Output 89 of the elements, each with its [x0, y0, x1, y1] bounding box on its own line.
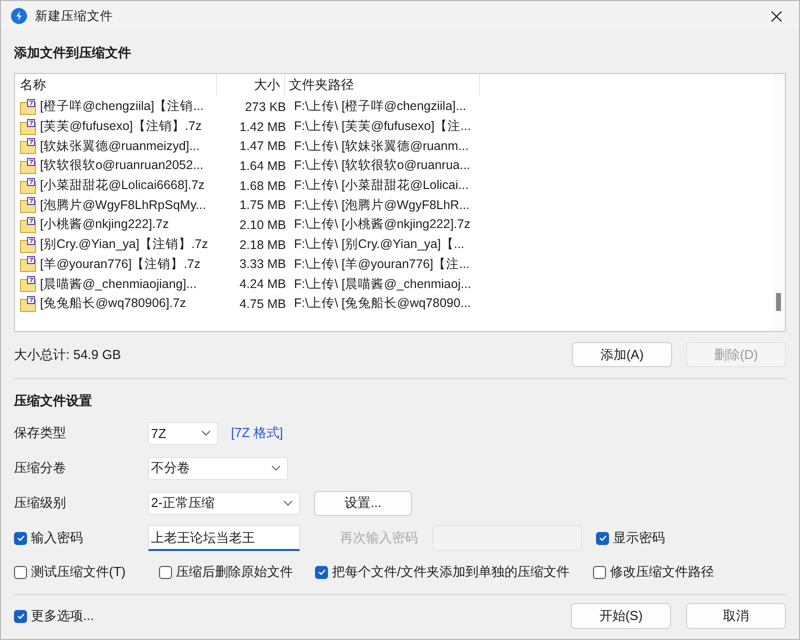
checkbox-label[interactable]: 更多选项...: [31, 607, 94, 625]
archive-file-icon: [20, 276, 36, 292]
dialog-button[interactable]: 开始(S): [571, 603, 671, 629]
file-path: F:\上传\ [小桃酱@nkjing222].7z: [293, 216, 472, 234]
split-dropdown[interactable]: 不分卷: [148, 456, 288, 480]
checkbox-label[interactable]: 修改压缩文件路径: [610, 563, 714, 581]
file-name[interactable]: [小菜甜甜花@Lolicai6668].7z: [40, 177, 205, 194]
archive-file-icon: [20, 216, 36, 233]
file-name[interactable]: [晨喵酱@_chenmiaojiang]...: [40, 276, 197, 293]
file-size: 1.47 MB: [238, 139, 287, 154]
checkbox[interactable]: [315, 566, 328, 578]
file-size: 1.64 MB: [238, 158, 287, 173]
file-size: 4.75 MB: [238, 296, 287, 311]
archive-file-icon: [20, 256, 36, 272]
close-icon: [770, 10, 782, 22]
file-path: F:\上传\ [别Cry.@Yian_ya]【...: [293, 236, 466, 254]
section-heading: 添加文件到压缩文件: [14, 44, 132, 62]
file-size: 273 KB: [244, 100, 287, 114]
file-size: 2.18 MB: [238, 238, 287, 252]
format-dropdown[interactable]: 7Z: [148, 422, 218, 444]
level-dropdown[interactable]: 2-正常压缩: [148, 492, 300, 514]
settings-button[interactable]: 设置...: [314, 490, 412, 516]
chevron-down-icon: [271, 465, 281, 471]
file-size: 1.68 MB: [238, 178, 287, 193]
scrollbar-thumb[interactable]: [776, 293, 781, 311]
file-name[interactable]: [别Cry.@Yian_ya]【注销】.7z: [40, 236, 208, 254]
file-name[interactable]: [软妹张翼德@ruanmeizyd]...: [40, 138, 200, 155]
archive-file-icon: [20, 296, 36, 312]
archive-file-icon: [20, 98, 36, 115]
column-header[interactable]: 大小: [217, 74, 285, 96]
app-icon: [11, 8, 27, 24]
file-name[interactable]: [泡腾片@WgyF8LhRpSqMy...: [40, 196, 206, 214]
checkbox[interactable]: [14, 532, 27, 544]
field-label: 保存类型: [14, 424, 67, 442]
archive-file-icon: [20, 197, 36, 214]
password-field[interactable]: 上老王论坛当老王: [148, 525, 300, 551]
file-path: F:\上传\ [芙芙@fufusexo]【注...: [293, 118, 472, 136]
checkbox-label[interactable]: 显示密码: [613, 529, 665, 547]
file-size: 1.75 MB: [238, 198, 287, 212]
file-path: F:\上传\ [软软很软o@ruanrua...: [293, 157, 472, 174]
file-name[interactable]: [兔兔船长@wq780906].7z: [40, 295, 186, 312]
file-path: F:\上传\ [晨喵酱@_chenmiaoj...: [293, 276, 472, 293]
check-icon: [16, 533, 26, 543]
file-path: F:\上传\ [泡腾片@WgyF8LhR...: [293, 196, 471, 214]
section-heading: 压缩文件设置: [14, 392, 93, 410]
column-header[interactable]: 名称: [19, 74, 217, 96]
total-size-label: 大小总计: 54.9 GB: [14, 346, 121, 364]
file-size: 4.24 MB: [238, 277, 287, 292]
chevron-down-icon: [201, 430, 211, 436]
checkbox-label[interactable]: 测试压缩文件(T): [31, 563, 126, 581]
file-name[interactable]: [小桃酱@nkjing222].7z: [40, 216, 169, 234]
file-size: 2.10 MB: [238, 218, 287, 232]
column-header[interactable]: 文件夹路径: [285, 74, 480, 96]
field-label: 压缩分卷: [14, 459, 67, 477]
file-path: F:\上传\ [羊@youran776]【注...: [293, 256, 471, 273]
archive-file-icon: [20, 236, 36, 253]
file-path: F:\上传\ [软妹张翼德@ruanm...: [293, 138, 470, 155]
checkbox[interactable]: [159, 566, 172, 578]
file-path: F:\上传\ [兔兔船长@wq78090...: [293, 295, 472, 312]
archive-file-icon: [20, 158, 36, 174]
format-link[interactable]: [7Z 格式]: [231, 424, 284, 442]
file-path: F:\上传\ [小菜甜甜花@Lolicai...: [293, 177, 470, 194]
scrollbar[interactable]: [773, 74, 785, 331]
file-path: F:\上传\ [橙子咩@chengziila]...: [293, 98, 468, 116]
file-size: 1.42 MB: [238, 120, 287, 134]
list-button[interactable]: 添加(A): [572, 342, 672, 367]
checkbox-label[interactable]: 输入密码: [31, 529, 83, 547]
check-icon: [316, 567, 326, 577]
archive-file-icon: [20, 118, 36, 135]
file-name[interactable]: [软软很软o@ruanruan2052...: [40, 157, 204, 174]
checkbox[interactable]: [596, 532, 609, 544]
check-icon: [16, 611, 26, 621]
checkbox-label[interactable]: 把每个文件/文件夹添加到单独的压缩文件: [332, 563, 570, 581]
window-title: 新建压缩文件: [35, 8, 113, 24]
file-name[interactable]: [羊@youran776]【注销】.7z: [40, 256, 200, 273]
file-size: 3.33 MB: [238, 257, 287, 272]
checkbox[interactable]: [14, 610, 27, 622]
archive-file-icon: [20, 138, 36, 154]
chevron-down-icon: [283, 500, 293, 506]
field-label: 压缩级别: [14, 494, 67, 512]
file-name[interactable]: [芙芙@fufusexo]【注销】.7z: [40, 118, 202, 136]
checkbox-label[interactable]: 压缩后删除原始文件: [176, 563, 293, 581]
file-name[interactable]: [橙子咩@chengziila]【注销...: [40, 98, 204, 116]
checkbox[interactable]: [593, 566, 606, 578]
check-icon: [598, 533, 608, 543]
checkbox[interactable]: [14, 566, 27, 578]
archive-file-icon: [20, 178, 36, 194]
dialog-button[interactable]: 取消: [686, 603, 786, 629]
field-label: 再次输入密码: [340, 529, 419, 547]
